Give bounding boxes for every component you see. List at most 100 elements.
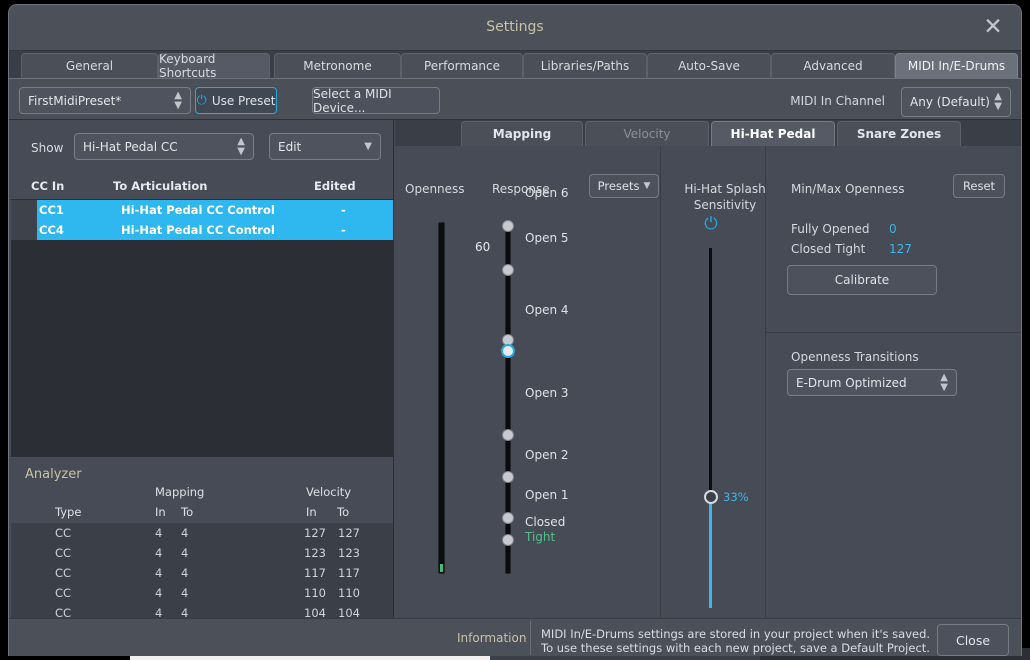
close-button[interactable]: Close xyxy=(937,624,1009,656)
information-line-1: MIDI In/E-Drums settings are stored in y… xyxy=(541,627,931,641)
analyzer-map-to: 4 xyxy=(181,586,189,600)
response-node-open6[interactable] xyxy=(502,220,514,232)
close-x-icon[interactable]: ✕ xyxy=(981,16,1005,40)
closed-tight-value: 127 xyxy=(889,242,912,256)
row-gutter xyxy=(11,220,37,240)
edit-menu-label: Edit xyxy=(278,139,302,154)
response-node-open5[interactable] xyxy=(502,264,514,276)
tab-performance[interactable]: Performance xyxy=(401,53,523,78)
show-label: Show xyxy=(31,141,64,155)
hihat-pane: Mapping Velocity Hi-Hat Pedal Snare Zone… xyxy=(395,120,1021,619)
tab-hi-hat-pedal[interactable]: Hi-Hat Pedal xyxy=(711,121,835,146)
tab-metronome[interactable]: Metronome xyxy=(274,53,401,78)
analyzer-vel-to: 110 xyxy=(338,586,360,600)
panel-divider xyxy=(766,332,1021,333)
splash-slider-knob[interactable] xyxy=(704,490,718,504)
response-node-open2[interactable] xyxy=(502,471,514,483)
analyzer-group-velocity: Velocity xyxy=(306,485,352,499)
openness-transitions-value: E-Drum Optimized xyxy=(796,375,907,390)
tab-advanced[interactable]: Advanced xyxy=(771,53,895,78)
analyzer-group-mapping: Mapping xyxy=(155,485,205,499)
analyzer-vel-in: 117 xyxy=(304,566,326,580)
midi-in-channel-select[interactable]: Any (Default) ▲ ▼ xyxy=(901,87,1011,117)
tab-mapping[interactable]: Mapping xyxy=(461,121,583,146)
row-cc-in: CC1 xyxy=(39,203,64,217)
table-row[interactable]: CC4 Hi-Hat Pedal CC Control - xyxy=(11,220,393,240)
tab-label: Auto-Save xyxy=(678,59,740,73)
fully-opened-label: Fully Opened xyxy=(791,222,870,236)
analyzer-col-map-to: To xyxy=(181,505,194,519)
footer-divider xyxy=(530,621,531,655)
power-icon: ⏻ xyxy=(196,93,207,108)
analyzer-map-in: 4 xyxy=(155,586,163,600)
preset-select-value: FirstMidiPreset* xyxy=(28,93,122,108)
calibrate-label: Calibrate xyxy=(834,273,890,287)
openness-meter[interactable] xyxy=(438,222,445,574)
table-row: CC 4 4 110 110 xyxy=(11,583,393,603)
close-button-label: Close xyxy=(955,632,991,648)
mapping-list-pane: Show Hi-Hat Pedal CC ▲ ▼ Edit ▼ CC In To … xyxy=(11,120,394,620)
analyzer-col-vel-to: To xyxy=(337,505,350,519)
tab-keyboard-shortcuts[interactable]: Keyboard Shortcuts xyxy=(158,52,270,80)
response-node-closed[interactable] xyxy=(502,534,514,546)
response-node-open1[interactable] xyxy=(502,512,514,524)
analyzer-col-vel-in: In xyxy=(306,505,317,519)
openness-transitions-select[interactable]: E-Drum Optimized ▲ ▼ xyxy=(787,369,957,396)
show-filter-row: Show Hi-Hat Pedal CC ▲ ▼ Edit ▼ xyxy=(11,120,393,172)
tab-label: Libraries/Paths xyxy=(540,59,630,73)
tab-general[interactable]: General xyxy=(21,53,158,78)
stepper-icon: ▲ ▼ xyxy=(994,91,1002,112)
hihat-subtabbar: Mapping Velocity Hi-Hat Pedal Snare Zone… xyxy=(395,120,1021,146)
response-label-tight: Tight xyxy=(525,530,556,544)
column-header-to-articulation: To Articulation xyxy=(113,179,208,193)
row-cc-in: CC4 xyxy=(39,223,64,237)
select-midi-device-label: Select a MIDI Device... xyxy=(313,86,392,115)
tab-auto-save[interactable]: Auto-Save xyxy=(647,53,771,78)
column-divider xyxy=(660,146,661,619)
table-row: CC 4 4 117 117 xyxy=(11,563,393,583)
midi-in-channel-label: MIDI In Channel xyxy=(790,94,885,108)
analyzer-vel-to: 123 xyxy=(338,546,360,560)
tab-velocity[interactable]: Velocity xyxy=(585,121,709,146)
column-header-cc-in: CC In xyxy=(31,179,65,193)
use-preset-button[interactable]: ⏻ Use Preset xyxy=(195,87,277,114)
table-row[interactable]: CC1 Hi-Hat Pedal CC Control - xyxy=(11,200,393,220)
openness-label: Openness xyxy=(405,182,465,196)
tab-snare-zones[interactable]: Snare Zones xyxy=(837,121,961,146)
hihat-pedal-panel: Openness Response Presets ▼ Hi-Hat Splas… xyxy=(395,146,1021,619)
response-label-open4: Open 4 xyxy=(525,303,569,317)
row-edited: - xyxy=(341,223,346,237)
splash-slider-track[interactable] xyxy=(709,248,712,508)
analyzer-map-in: 4 xyxy=(155,526,163,540)
table-row: CC 4 4 123 123 xyxy=(11,543,393,563)
response-label-closed: Closed xyxy=(525,515,566,529)
tab-label: MIDI In/E-Drums xyxy=(907,59,1006,73)
tab-label: General xyxy=(65,59,114,73)
select-midi-device-button[interactable]: Select a MIDI Device... xyxy=(312,86,440,115)
edit-menu-button[interactable]: Edit ▼ xyxy=(269,133,381,160)
response-node-open3[interactable] xyxy=(502,429,514,441)
analyzer-map-to: 4 xyxy=(181,566,189,580)
splash-power-icon[interactable]: ⏻ xyxy=(702,216,720,234)
tab-libraries-paths[interactable]: Libraries/Paths xyxy=(523,53,647,78)
analyzer-map-to: 4 xyxy=(181,546,189,560)
calibrate-button[interactable]: Calibrate xyxy=(787,265,937,295)
chevron-down-icon: ▼ xyxy=(643,181,651,191)
analyzer-vel-in: 127 xyxy=(304,526,326,540)
dialog-body: Show Hi-Hat Pedal CC ▲ ▼ Edit ▼ CC In To … xyxy=(9,120,1021,620)
response-node-selected[interactable] xyxy=(501,344,515,358)
mapping-list-header: CC In To Articulation Edited xyxy=(11,172,393,200)
tab-midi-in-e-drums[interactable]: MIDI In/E-Drums xyxy=(895,53,1018,78)
preset-select[interactable]: FirstMidiPreset* ▲ ▼ xyxy=(19,87,191,114)
response-label-open3: Open 3 xyxy=(525,386,569,400)
analyzer-type: CC xyxy=(55,526,72,540)
show-select-value: Hi-Hat Pedal CC xyxy=(83,139,178,154)
openness-meter-fill xyxy=(440,564,443,572)
response-label-open1: Open 1 xyxy=(525,488,569,502)
analyzer-map-in: 4 xyxy=(155,566,163,580)
fully-opened-value: 0 xyxy=(889,222,897,236)
stepper-icon: ▲ ▼ xyxy=(940,371,948,393)
chevron-down-icon: ▼ xyxy=(364,141,372,152)
show-select[interactable]: Hi-Hat Pedal CC ▲ ▼ xyxy=(74,133,254,160)
presets-button[interactable]: Presets ▼ xyxy=(589,174,659,198)
